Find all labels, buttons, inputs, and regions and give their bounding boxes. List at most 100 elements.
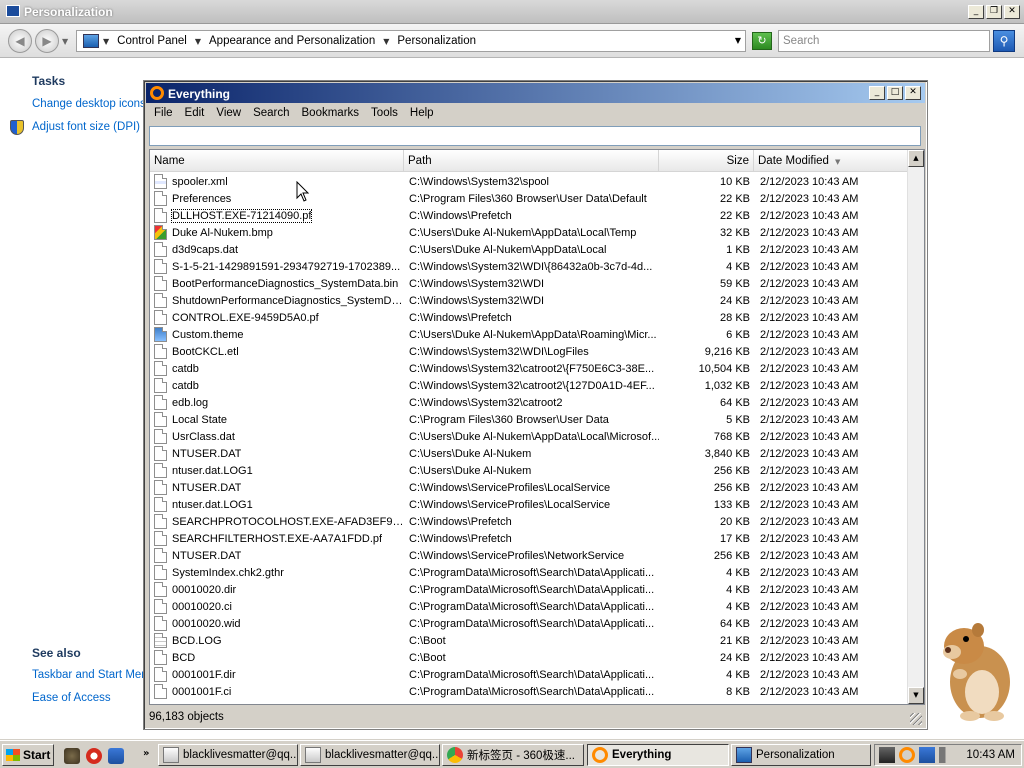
table-row[interactable]: BootCKCL.etl C:\Windows\System32\WDI\LogF… <box>150 343 908 360</box>
quicklaunch-more-icon[interactable]: » <box>143 748 149 759</box>
tray-monitor-icon[interactable] <box>879 747 895 763</box>
quicklaunch-app-icon[interactable] <box>64 748 80 764</box>
taskbar-button-everything[interactable]: Everything <box>587 744 729 766</box>
scroll-up-icon[interactable]: ▲ <box>908 150 924 167</box>
maximize-button[interactable]: □ <box>887 86 903 100</box>
breadcrumb-chevron-icon[interactable]: ▼ <box>383 37 389 46</box>
table-row[interactable]: edb.log C:\Windows\System32\catroot2 64 KB… <box>150 394 908 411</box>
table-row[interactable]: Duke Al-Nukem.bmp C:\Users\Duke Al-Nukem\… <box>150 224 908 241</box>
table-row[interactable]: 00010020.wid C:\ProgramData\Microsoft\Sea… <box>150 615 908 632</box>
breadcrumb-chevron-icon[interactable]: ▼ <box>195 37 201 46</box>
table-row[interactable]: BCD C:\Boot 24 KB 2/12/2023 10:43 AM <box>150 649 908 666</box>
table-row[interactable]: d3d9caps.dat C:\Users\Duke Al-Nukem\AppDa… <box>150 241 908 258</box>
file-name: ntuser.dat.LOG1 <box>172 464 253 477</box>
table-row[interactable]: catdb C:\Windows\System32\catroot2\{127D0… <box>150 377 908 394</box>
file-name: S-1-5-21-1429891591-2934792719-1702389..… <box>172 260 401 273</box>
taskbar-start-menu-link[interactable]: Taskbar and Start Menu <box>32 669 154 681</box>
search-input[interactable]: Search <box>778 30 990 52</box>
table-row[interactable]: BCD.LOG C:\Boot 21 KB 2/12/2023 10:43 AM <box>150 632 908 649</box>
menu-help[interactable]: Help <box>404 105 440 123</box>
tray-network-icon[interactable] <box>919 747 935 763</box>
cell-name: d3d9caps.dat <box>150 242 404 257</box>
table-row[interactable]: S-1-5-21-1429891591-2934792719-1702389..… <box>150 258 908 275</box>
vertical-scrollbar[interactable]: ▲ ▼ <box>907 150 924 704</box>
back-button[interactable]: ◀ <box>8 29 32 53</box>
resize-grip-icon[interactable] <box>910 713 922 725</box>
breadcrumb-control-panel[interactable]: Control Panel <box>117 35 187 47</box>
menu-view[interactable]: View <box>210 105 247 123</box>
table-row[interactable]: ntuser.dat.LOG1 C:\Users\Duke Al-Nukem 256… <box>150 462 908 479</box>
close-button[interactable]: ✕ <box>905 86 921 100</box>
table-row[interactable]: spooler.xml C:\Windows\System32\spool 10 K… <box>150 173 908 190</box>
breadcrumb-chevron-icon[interactable]: ▼ <box>103 37 109 46</box>
table-row[interactable]: ntuser.dat.LOG1 C:\Windows\ServiceProfile… <box>150 496 908 513</box>
table-row[interactable]: NTUSER.DAT C:\Windows\ServiceProfiles\Net… <box>150 547 908 564</box>
search-button[interactable]: ⚲ <box>993 30 1015 52</box>
forward-button[interactable]: ▶ <box>35 29 59 53</box>
file-icon <box>154 429 167 444</box>
ease-of-access-link[interactable]: Ease of Access <box>32 692 111 704</box>
cell-date: 2/12/2023 10:43 AM <box>760 651 859 664</box>
table-row[interactable]: Local State C:\Program Files\360 Browser\… <box>150 411 908 428</box>
refresh-button[interactable]: ↻ <box>752 32 772 50</box>
table-row[interactable]: NTUSER.DAT C:\Windows\ServiceProfiles\Loc… <box>150 479 908 496</box>
restore-button[interactable]: ❐ <box>986 5 1002 19</box>
tray-volume-icon[interactable] <box>939 747 955 763</box>
column-header-size[interactable]: Size <box>659 150 754 172</box>
taskbar-button-browser[interactable]: 新标签页 - 360极速... <box>442 744 584 766</box>
refresh-icon: ↻ <box>757 34 767 47</box>
table-row[interactable]: Preferences C:\Program Files\360 Browser\… <box>150 190 908 207</box>
everything-titlebar[interactable]: Everything _ □ ✕ <box>146 83 925 103</box>
taskbar-button-qq-1[interactable]: blacklivesmatter@qq.... <box>158 744 298 766</box>
table-row[interactable]: BootPerformanceDiagnostics_SystemData.bi… <box>150 275 908 292</box>
quicklaunch-network-icon[interactable] <box>108 748 124 764</box>
table-row[interactable]: 0001001F.dir C:\ProgramData\Microsoft\Sea… <box>150 666 908 683</box>
taskbar-button-personalization[interactable]: Personalization <box>731 744 871 766</box>
table-row[interactable]: NTUSER.DAT C:\Users\Duke Al-Nukem 3,840 KB… <box>150 445 908 462</box>
tray-everything-icon[interactable] <box>899 747 915 763</box>
menu-bookmarks[interactable]: Bookmarks <box>296 105 366 123</box>
table-row[interactable]: ShutdownPerformanceDiagnostics_SystemDa.… <box>150 292 908 309</box>
everything-search-input[interactable] <box>149 126 921 146</box>
quicklaunch-browser-icon[interactable] <box>86 748 102 764</box>
table-row[interactable]: CONTROL.EXE-9459D5A0.pf C:\Windows\Prefet… <box>150 309 908 326</box>
address-box[interactable]: ▼ Control Panel ▼ Appearance and Persona… <box>76 30 746 52</box>
cell-path: C:\Users\Duke Al-Nukem <box>409 464 532 477</box>
menu-file[interactable]: File <box>148 105 179 123</box>
menu-edit[interactable]: Edit <box>179 105 211 123</box>
breadcrumb-appearance[interactable]: Appearance and Personalization <box>209 35 375 47</box>
start-button[interactable]: Start <box>2 744 54 766</box>
change-desktop-icons-link[interactable]: Change desktop icons <box>32 98 146 110</box>
table-row[interactable]: SEARCHFILTERHOST.EXE-AA7A1FDD.pf C:\Windo… <box>150 530 908 547</box>
table-row[interactable]: DLLHOST.EXE-71214090.pf C:\Windows\Prefet… <box>150 207 908 224</box>
table-row[interactable]: 00010020.dir C:\ProgramData\Microsoft\Sea… <box>150 581 908 598</box>
table-row[interactable]: SEARCHPROTOCOLHOST.EXE-AFAD3EF9.pf C:\Win… <box>150 513 908 530</box>
recent-pages-dropdown[interactable]: ▼ <box>62 37 68 46</box>
cell-path: C:\ProgramData\Microsoft\Search\Data\App… <box>409 600 655 613</box>
column-header-name[interactable]: Name <box>150 150 404 172</box>
minimize-button[interactable]: _ <box>968 5 984 19</box>
minimize-button[interactable]: _ <box>869 86 885 100</box>
adjust-font-size-link[interactable]: Adjust font size (DPI) <box>32 121 140 133</box>
menu-search[interactable]: Search <box>247 105 295 123</box>
column-header-date-label: Date Modified <box>758 155 829 167</box>
menu-tools[interactable]: Tools <box>365 105 404 123</box>
taskbar-button-qq-2[interactable]: blacklivesmatter@qq.... <box>300 744 440 766</box>
column-header-date-modified[interactable]: Date Modified ▼ <box>754 150 908 172</box>
table-row[interactable]: 00010020.ci C:\ProgramData\Microsoft\Sear… <box>150 598 908 615</box>
close-button[interactable]: ✕ <box>1004 5 1020 19</box>
table-row[interactable]: catdb C:\Windows\System32\catroot2\{F750E… <box>150 360 908 377</box>
table-row[interactable]: SystemIndex.chk2.gthr C:\ProgramData\Micr… <box>150 564 908 581</box>
file-name: NTUSER.DAT <box>172 481 242 494</box>
personalization-titlebar[interactable]: Personalization _ ❐ ✕ <box>0 0 1024 24</box>
address-dropdown-icon[interactable]: ▼ <box>735 36 741 45</box>
column-header-path[interactable]: Path <box>404 150 659 172</box>
scroll-down-icon[interactable]: ▼ <box>908 687 924 704</box>
file-icon <box>154 361 167 376</box>
clock[interactable]: 10:43 AM <box>966 749 1015 761</box>
breadcrumb-personalization[interactable]: Personalization <box>397 35 476 47</box>
table-row[interactable]: 0001001F.ci C:\ProgramData\Microsoft\Sear… <box>150 683 908 700</box>
results-list[interactable]: Name Path Size Date Modified ▼ spooler.xm… <box>149 149 925 705</box>
table-row[interactable]: UsrClass.dat C:\Users\Duke Al-Nukem\AppDa… <box>150 428 908 445</box>
table-row[interactable]: Custom.theme C:\Users\Duke Al-Nukem\AppDa… <box>150 326 908 343</box>
